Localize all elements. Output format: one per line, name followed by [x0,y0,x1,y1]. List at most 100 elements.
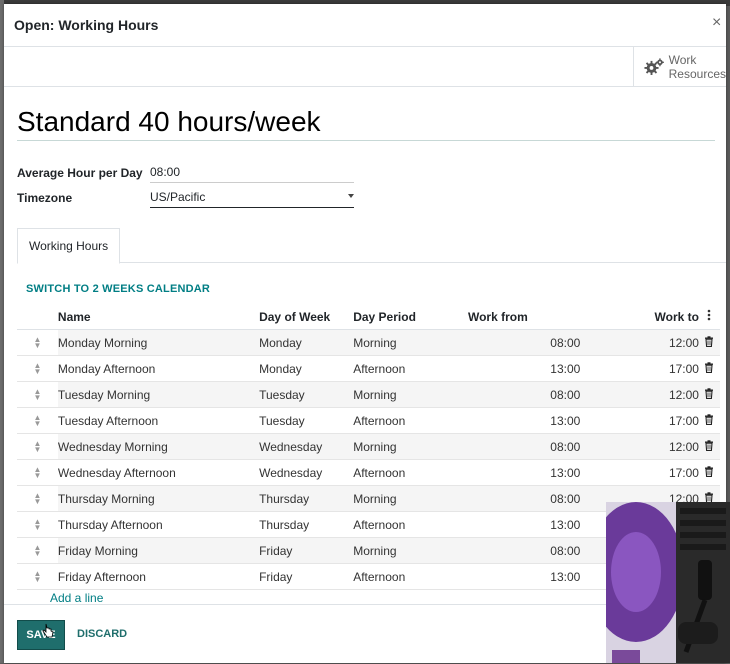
smart-button-line1: Work [668,52,697,67]
record-name-field[interactable]: Standard 40 hours/week [17,106,715,141]
row-name[interactable]: Tuesday Afternoon [57,407,260,434]
column-options-icon[interactable] [698,304,720,330]
tab-working-hours[interactable]: Working Hours [17,228,121,264]
drag-handle-icon[interactable]: ▲ ▼ [17,355,58,382]
dialog-title: Open: Working Hours [14,17,159,33]
average-hour-input[interactable]: 08:00 [150,163,354,183]
table-row[interactable]: ▲ ▼ Tuesday Morning Tuesday Morning 08:00 12:0… [17,381,720,408]
timezone-select[interactable]: US/Pacific [150,188,354,208]
row-work-to[interactable]: 17:00 [590,407,699,434]
close-button[interactable]: × [712,14,726,32]
trash-icon [705,439,714,451]
delete-row-button[interactable] [698,381,720,408]
row-work-to[interactable]: 12:00 [590,329,699,356]
drag-handle-icon[interactable]: ▲ ▼ [17,459,58,486]
trash-icon [705,387,714,399]
row-work-to[interactable]: 17:00 [590,459,699,486]
table-row[interactable]: ▲ ▼ Tuesday Afternoon Tuesday Afternoon 13:00… [17,407,720,434]
row-name[interactable]: Thursday Afternoon [57,511,260,538]
notebook-tabs: Working Hours [17,228,726,264]
work-resources-button[interactable]: Work Resources [633,47,726,86]
hand-cursor-icon [42,623,54,638]
table-row[interactable]: ▲ ▼ Wednesday Morning Wednesday Morning 08:00… [17,433,720,460]
row-day-period[interactable]: Morning [353,433,440,460]
row-day-period[interactable]: Morning [353,485,440,512]
row-day-of-week[interactable]: Wednesday [259,459,354,486]
average-hour-label: Average Hour per Day [17,166,143,180]
row-name[interactable]: Friday Morning [57,537,260,564]
row-day-of-week[interactable]: Thursday [259,485,354,512]
row-name[interactable]: Monday Afternoon [57,355,260,382]
add-line-button[interactable]: Add a line [50,591,103,605]
row-name[interactable]: Friday Afternoon [57,563,260,590]
table-row[interactable]: ▲ ▼ Wednesday Afternoon Wednesday Afternoon 1… [17,459,720,486]
delete-row-button[interactable] [698,407,720,434]
row-work-from[interactable]: 08:00 [439,381,591,408]
drag-handle-icon[interactable]: ▲ ▼ [17,563,58,590]
row-work-from[interactable]: 08:00 [439,329,591,356]
work-resources-label: Work Resources [669,53,726,81]
row-day-period[interactable]: Afternoon [353,511,440,538]
switch-two-weeks-button[interactable]: SWITCH TO 2 WEEKS CALENDAR [26,283,210,295]
drag-handle-icon[interactable]: ▲ ▼ [17,329,58,356]
delete-row-button[interactable] [698,329,720,356]
row-day-of-week[interactable]: Monday [259,355,354,382]
save-button[interactable]: SAVE [17,620,65,650]
row-day-of-week[interactable]: Tuesday [259,381,354,408]
row-work-to[interactable]: 12:00 [590,433,699,460]
row-name[interactable]: Monday Morning [57,329,260,356]
row-work-from[interactable]: 13:00 [439,407,591,434]
row-work-from[interactable]: 08:00 [439,537,591,564]
dialog-header: Open: Working Hours × [4,4,726,47]
delete-row-button[interactable] [698,355,720,382]
row-day-period[interactable]: Afternoon [353,563,440,590]
row-day-period[interactable]: Morning [353,381,440,408]
webcam-overlay [606,502,730,663]
column-day-period[interactable]: Day Period [353,304,440,330]
discard-button[interactable]: DISCARD [77,628,127,640]
drag-handle-icon[interactable]: ▲ ▼ [17,537,58,564]
row-day-of-week[interactable]: Thursday [259,511,354,538]
row-work-from[interactable]: 13:00 [439,355,591,382]
row-work-to[interactable]: 17:00 [590,355,699,382]
row-name[interactable]: Wednesday Afternoon [57,459,260,486]
column-name[interactable]: Name [57,304,260,330]
row-work-from[interactable]: 08:00 [439,433,591,460]
row-work-to[interactable]: 12:00 [590,381,699,408]
row-day-period[interactable]: Afternoon [353,459,440,486]
table-header-row: Name Day of Week Day Period Work from Wo… [17,304,720,330]
delete-row-button[interactable] [698,459,720,486]
row-day-period[interactable]: Morning [353,329,440,356]
row-day-of-week[interactable]: Tuesday [259,407,354,434]
column-day-of-week[interactable]: Day of Week [259,304,354,330]
row-work-from[interactable]: 13:00 [439,563,591,590]
drag-handle-icon[interactable]: ▲ ▼ [17,485,58,512]
row-work-from[interactable]: 08:00 [439,485,591,512]
row-day-period[interactable]: Morning [353,537,440,564]
row-day-period[interactable]: Afternoon [353,407,440,434]
column-work-from[interactable]: Work from [439,304,591,330]
drag-handle-icon[interactable]: ▲ ▼ [17,511,58,538]
drag-handle-icon[interactable]: ▲ ▼ [17,407,58,434]
row-day-of-week[interactable]: Friday [259,537,354,564]
row-day-period[interactable]: Afternoon [353,355,440,382]
row-day-of-week[interactable]: Wednesday [259,433,354,460]
delete-row-button[interactable] [698,433,720,460]
row-day-of-week[interactable]: Friday [259,563,354,590]
row-day-of-week[interactable]: Monday [259,329,354,356]
row-work-from[interactable]: 13:00 [439,511,591,538]
row-work-from[interactable]: 13:00 [439,459,591,486]
drag-handle-icon[interactable]: ▲ ▼ [17,433,58,460]
row-name[interactable]: Wednesday Morning [57,433,260,460]
row-name[interactable]: Thursday Morning [57,485,260,512]
table-row[interactable]: ▲ ▼ Monday Afternoon Monday Afternoon 13:00 17… [17,355,720,382]
timezone-value: US/Pacific [150,190,206,204]
trash-icon [705,491,714,503]
timezone-row: Timezone US/Pacific [17,188,354,208]
column-work-to[interactable]: Work to [590,304,699,330]
trash-icon [705,335,714,347]
table-row[interactable]: ▲ ▼ Monday Morning Monday Morning 08:00 12:00 [17,329,720,356]
row-name[interactable]: Tuesday Morning [57,381,260,408]
gear-icon [644,57,664,75]
drag-handle-icon[interactable]: ▲ ▼ [17,381,58,408]
